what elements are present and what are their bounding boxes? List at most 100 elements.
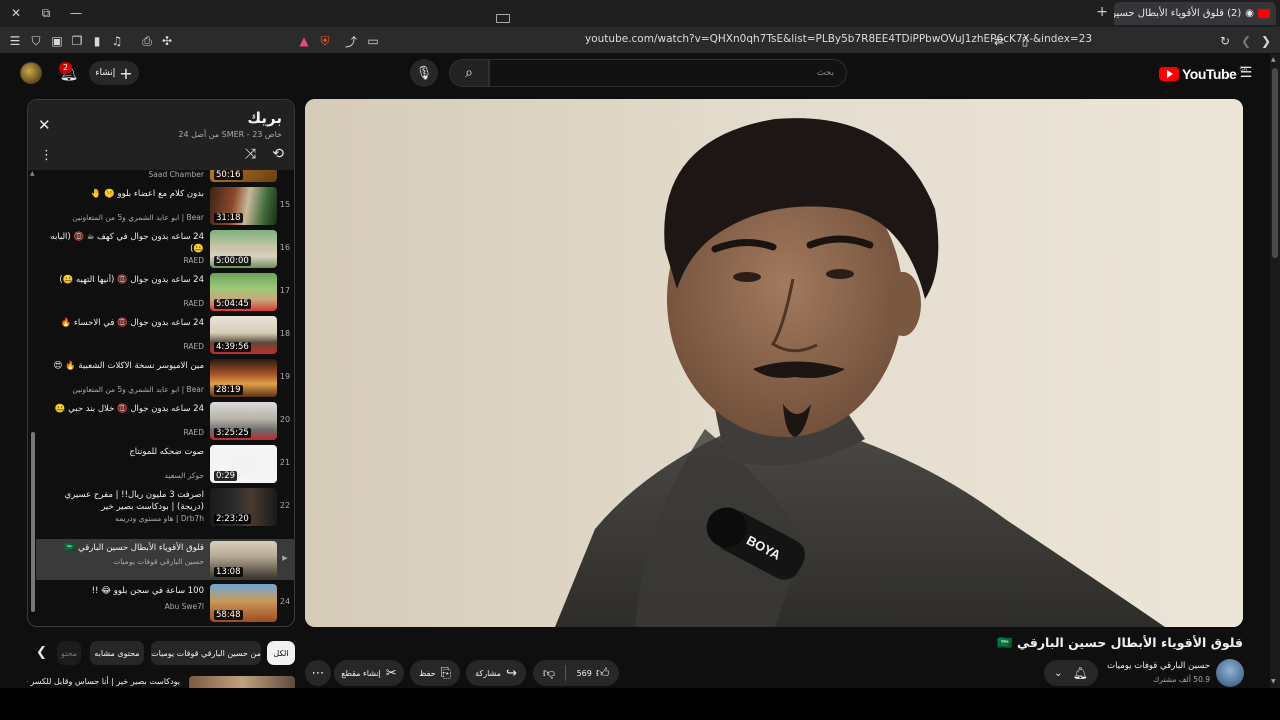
video-title: بودكاست بصير خير | أنا حساس وقابل للكسر … — [27, 677, 180, 686]
youtube-logo[interactable]: YouTube SA — [1159, 66, 1247, 82]
youtube-favicon-icon — [1258, 9, 1270, 18]
bookmark-icon[interactable]: ▯ — [1016, 32, 1034, 50]
playlist-close-icon[interactable]: ✕ — [38, 116, 51, 134]
window-minimize-icon[interactable]: — — [66, 4, 86, 22]
bell-icon: 🔔︎ — [1072, 666, 1088, 680]
video-title: 100 ساعة في سجن بلوو 😂 !! — [91, 586, 204, 596]
save-label: حفظ — [419, 668, 436, 678]
music-icon[interactable]: ♫ — [108, 32, 126, 50]
video-title-heading: قلوق الأقوياء الأبطال حسين البارقي 🇸🇦 — [997, 635, 1243, 650]
chip-more[interactable]: محتو — [57, 641, 81, 665]
forward-icon[interactable]: ❯ — [1257, 32, 1275, 50]
keyboard-icon[interactable] — [496, 14, 510, 23]
create-button[interactable]: إنشاء + — [89, 61, 139, 85]
video-duration: 50:16 — [214, 170, 243, 180]
like-divider — [565, 665, 566, 681]
screenshot-icon[interactable]: ⎙ — [138, 32, 156, 50]
window-maximize-icon[interactable]: ⧉ — [36, 4, 56, 22]
channel-avatar[interactable] — [1216, 659, 1244, 687]
shield-icon[interactable]: ⛉ — [27, 32, 45, 50]
like-count: 569 — [576, 668, 592, 678]
brave-rewards-icon[interactable]: ▲ — [295, 32, 313, 50]
youtube-masthead: 🔔︎ 2 إنشاء + 🎙︎ ⌕ بحث YouTube SA ☰ — [0, 54, 1270, 94]
scroll-down-icon[interactable]: ▼ — [1271, 678, 1276, 685]
save-button[interactable]: ⎘ حفظ — [410, 660, 460, 686]
tabs-icon[interactable]: ❐ — [68, 32, 86, 50]
reload-icon[interactable]: ↻ — [1216, 32, 1234, 50]
window-close-icon[interactable]: ✕ — [6, 4, 26, 22]
video-player[interactable]: BOYA — [305, 99, 1243, 627]
video-thumbnail: 31:18 — [210, 187, 277, 225]
account-avatar[interactable] — [20, 62, 42, 84]
logo-text: YouTube — [1182, 66, 1237, 82]
browser-tab[interactable]: ◉ (2) قلوق الأقوياء الأبطال حسين ✕ — [1114, 2, 1276, 25]
dislike-button[interactable]: 👎︎ — [533, 660, 565, 686]
playlist-index: 18 — [279, 329, 291, 338]
video-thumbnail: 5:00:00 — [210, 230, 277, 268]
loop-icon[interactable]: ⟲ — [272, 146, 284, 162]
cast-icon[interactable]: ▭ — [364, 32, 382, 50]
playlist-title[interactable]: بريك — [247, 109, 282, 127]
video-channel: Abu Swe7l — [164, 602, 204, 611]
playlist-item[interactable]: 16 5:00:00 24 ساعه بدون جوال في كهف ☕ 📵 … — [36, 228, 294, 271]
subscribed-bell-button[interactable]: ⌄ 🔔︎ — [1044, 660, 1098, 686]
related-filter-chips: ❮ محتو محتوى مشابه من حسين البارقي قوفات… — [27, 641, 295, 665]
playlist-item[interactable]: 24 58:48 100 ساعة في سجن بلوو 😂 !! Abu S… — [36, 582, 294, 625]
chips-prev-icon[interactable]: ❮ — [36, 645, 47, 660]
page-scrollbar-thumb[interactable] — [1272, 68, 1278, 258]
chip-all[interactable]: الكل — [267, 641, 295, 665]
share-button[interactable]: ↪ مشاركة — [466, 660, 526, 686]
hamburger-icon[interactable]: ☰ — [6, 32, 24, 50]
playlist-scroll-up-icon[interactable]: ▲ — [30, 170, 35, 177]
playlist-item[interactable]: 17 5:04:45 24 ساعه بدون جوال 📵 (أنيها ال… — [36, 271, 294, 314]
chip-similar[interactable]: محتوى مشابه — [90, 641, 144, 665]
voice-search-mic-icon[interactable]: 🎙︎ — [410, 59, 438, 87]
channel-name[interactable]: حسين البارقي قوفات يوميات — [1107, 661, 1210, 671]
playlist-item[interactable]: 21 😂 0:29 صوت ضحكه للمونتاج جوكر السعيد — [36, 443, 294, 486]
sidebar-icon[interactable]: ▮ — [88, 32, 106, 50]
search-input[interactable]: بحث — [489, 59, 847, 87]
clip-button[interactable]: ✂ إنشاء مقطع — [334, 660, 404, 686]
video-channel: RAED — [183, 428, 204, 437]
playlist-index: 16 — [279, 243, 291, 252]
subscriber-count: 50.9 ألف مشترك — [1153, 675, 1210, 684]
playlist-item-current[interactable]: ▶ 13:08 قلوق الأقوياء الأبطال حسين البار… — [36, 539, 294, 580]
chip-from-channel[interactable]: من حسين البارقي قوفات يوميات — [151, 641, 261, 665]
video-duration: 4:39:56 — [214, 342, 251, 352]
thumbs-up-icon: 👍︎ — [595, 665, 610, 681]
video-channel: Drb7h | هاو مستوى ودريمه — [115, 514, 204, 523]
share-label: مشاركة — [475, 668, 501, 678]
wallet-icon[interactable]: ▣ — [48, 32, 66, 50]
page-scrollbar[interactable]: ▲ ▼ — [1270, 54, 1280, 688]
extensions-icon[interactable]: ✣ — [158, 32, 176, 50]
playlist-item[interactable]: 18 4:39:56 24 ساعه بدون جوال 📵 في الاحسا… — [36, 314, 294, 357]
more-actions-icon[interactable]: ⋯ — [305, 660, 331, 686]
playlist-more-icon[interactable]: ⋮ — [40, 148, 53, 163]
new-tab-icon[interactable]: + — [1096, 4, 1108, 20]
shuffle-icon[interactable]: ⤨ — [245, 146, 256, 162]
guide-menu-icon[interactable]: ☰ — [1238, 64, 1254, 82]
scissors-icon: ✂ — [385, 665, 397, 681]
scroll-up-icon[interactable]: ▲ — [1271, 56, 1276, 63]
video-duration: 5:00:00 — [214, 256, 251, 266]
playlist-item[interactable]: 15 31:18 بدون كلام مع اعضاء بلوو 🤫 🤚 Bea… — [36, 185, 294, 228]
search-button[interactable]: ⌕ — [449, 59, 489, 87]
playlist-item[interactable]: 20 3:25:25 24 ساعه بدون جوال 📵 خلال بند … — [36, 400, 294, 443]
brave-shield-icon[interactable]: ⛨ — [316, 32, 334, 50]
share-page-icon[interactable]: ⤴ — [342, 32, 360, 50]
like-dislike-group: 👍︎ 569 👎︎ — [533, 660, 619, 686]
like-button[interactable]: 👍︎ 569 — [567, 660, 619, 686]
playlist-scrollbar-thumb[interactable] — [31, 432, 35, 612]
playlist-index: 15 — [279, 200, 291, 209]
video-thumbnail: 5:04:45 — [210, 273, 277, 311]
related-video-item[interactable]: بودكاست بصير خير | أنا حساس وقابل للكسر … — [27, 676, 295, 688]
playlist-header: ✕ بريك خاص SMER - 23 من أصل 24 ⋮ ⤨ ⟲ — [28, 100, 294, 170]
playlist-item[interactable]: 50:16 Saad Chamber — [36, 170, 294, 185]
video-channel: Bear | ابو عابد الشمري و5 من المتعاونين — [72, 385, 204, 394]
share-icon: ↪ — [505, 665, 517, 681]
back-icon[interactable]: ❮ — [1237, 32, 1255, 50]
playlist-item[interactable]: 19 28:19 مين الاميوسر نسخة الاكلات الشعب… — [36, 357, 294, 400]
translate-icon[interactable]: ⇄ — [990, 32, 1008, 50]
playlist-index: 20 — [279, 415, 291, 424]
playlist-item[interactable]: 22 2:23:20 اصرفت 3 مليون ريال!! | مفرح ع… — [36, 486, 294, 529]
